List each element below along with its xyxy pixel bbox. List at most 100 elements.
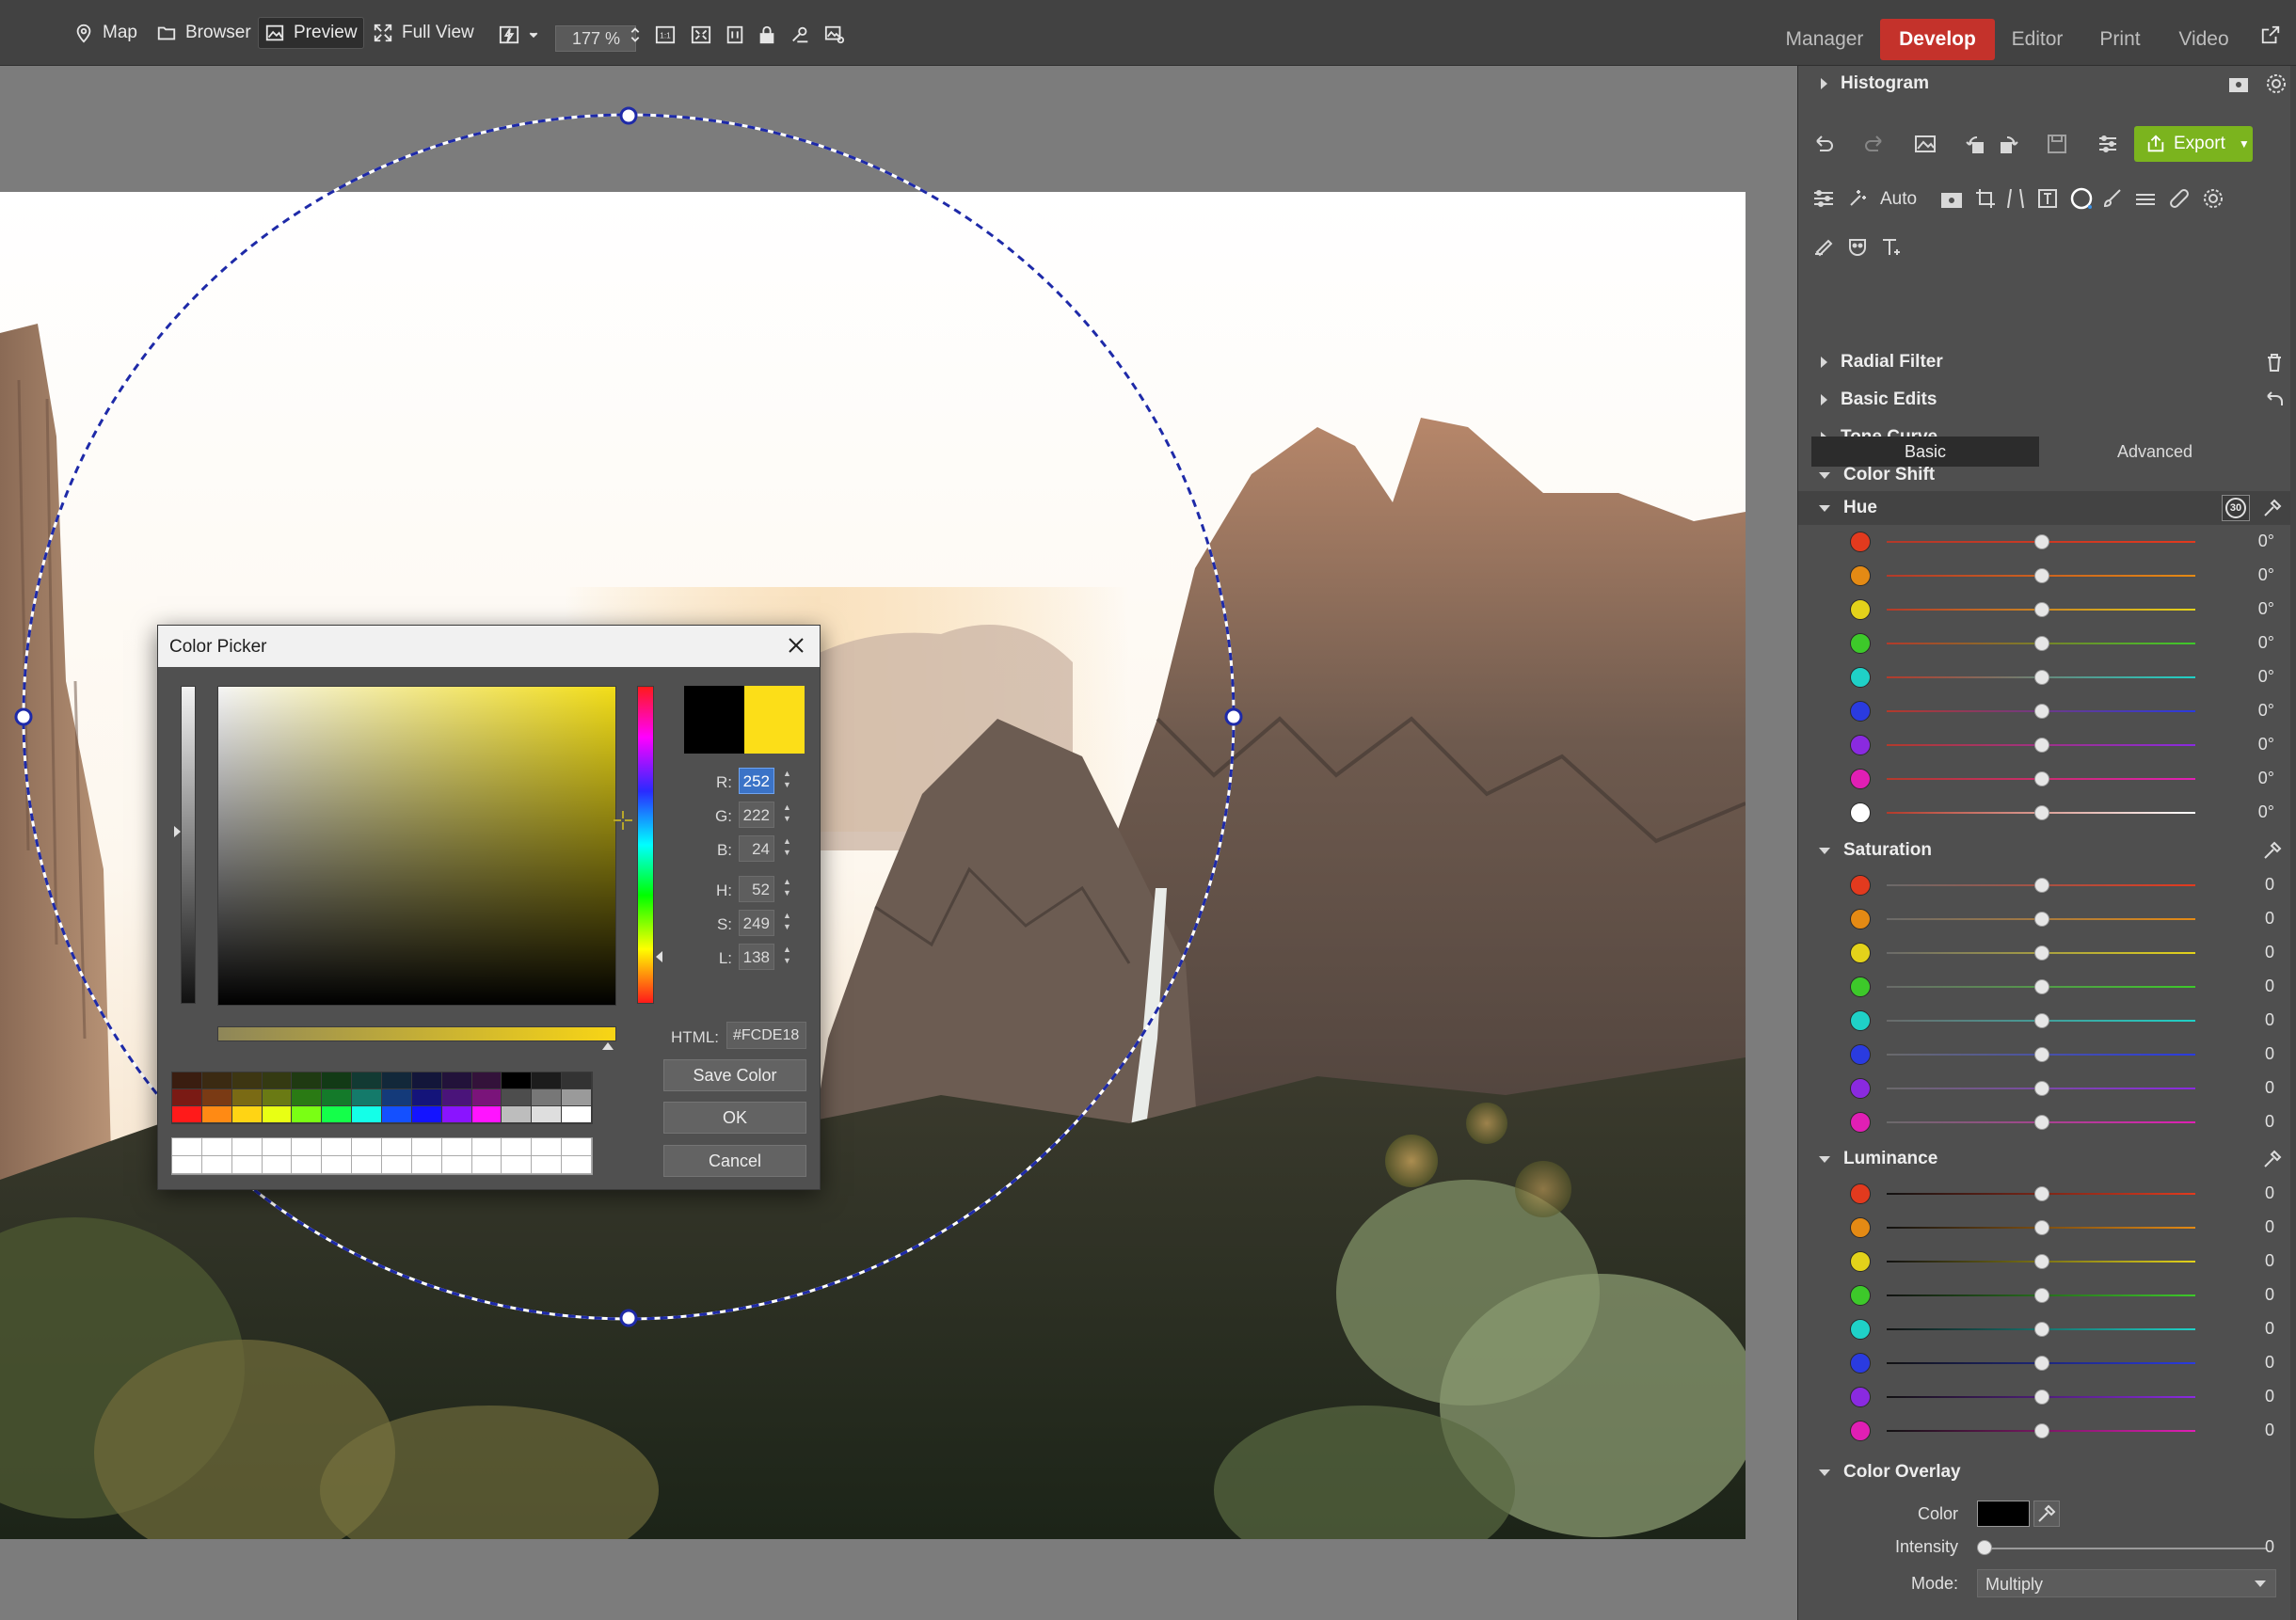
palette-swatch[interactable] — [262, 1089, 293, 1106]
palette-swatch[interactable] — [352, 1106, 382, 1123]
slider-knob[interactable] — [2034, 1081, 2049, 1096]
hs-picker-icon[interactable] — [2261, 497, 2284, 519]
export-button[interactable]: Export ▼ — [2134, 126, 2253, 162]
luminance-header[interactable]: Luminance — [1798, 1142, 2296, 1176]
zoom-person-icon[interactable] — [790, 24, 811, 45]
luminance-marker[interactable] — [174, 826, 181, 837]
palette-swatch[interactable] — [262, 1072, 293, 1089]
palette-swatch[interactable] — [172, 1106, 202, 1123]
browser-button[interactable]: Browser — [151, 17, 257, 49]
quick-fix-icon[interactable] — [499, 24, 519, 45]
hue-marker[interactable] — [656, 951, 662, 962]
presets-icon[interactable] — [2096, 132, 2120, 156]
rotate-left-icon[interactable] — [1964, 132, 1988, 156]
crop-icon[interactable] — [1973, 186, 1998, 211]
hue-header[interactable]: Hue 30 — [1798, 491, 2296, 525]
perspective-icon[interactable] — [2003, 186, 2028, 211]
palette-swatch[interactable] — [502, 1089, 533, 1106]
cancel-button[interactable]: Cancel — [663, 1145, 806, 1177]
luminance-strip[interactable] — [181, 686, 196, 1004]
custom-color-slot[interactable] — [382, 1138, 412, 1156]
custom-color-slot[interactable] — [172, 1138, 202, 1156]
hue-strip[interactable] — [637, 686, 654, 1004]
slider-knob[interactable] — [2034, 1288, 2049, 1303]
slider-knob[interactable] — [2034, 1423, 2049, 1438]
saturation-picker-icon[interactable] — [2261, 839, 2284, 862]
palette-swatch[interactable] — [502, 1106, 533, 1123]
palette-swatch[interactable] — [172, 1072, 202, 1089]
custom-color-slot[interactable] — [502, 1138, 533, 1156]
overlay-color-swatch[interactable] — [1977, 1501, 2030, 1527]
l-stepper[interactable]: ▲ ▼ — [783, 944, 792, 968]
undo-icon[interactable] — [1811, 132, 1836, 156]
custom-color-slot[interactable] — [532, 1156, 563, 1174]
slider-knob[interactable] — [2034, 568, 2049, 583]
custom-color-slot[interactable] — [382, 1156, 412, 1174]
slider-knob[interactable] — [2034, 771, 2049, 786]
eyedropper-button[interactable] — [2033, 1501, 2060, 1527]
slider-knob[interactable] — [2034, 1356, 2049, 1371]
palette-swatch[interactable] — [322, 1089, 353, 1106]
save-icon[interactable] — [2045, 132, 2069, 156]
healing-icon[interactable] — [2167, 186, 2192, 211]
saturation-value-field[interactable] — [217, 686, 616, 1006]
slider-knob[interactable] — [2034, 534, 2049, 549]
palette-swatch[interactable] — [562, 1106, 592, 1123]
b-field[interactable]: 24 — [739, 835, 774, 862]
chevron-down-icon[interactable] — [527, 24, 540, 45]
palette-swatch[interactable] — [292, 1089, 323, 1106]
slider-knob[interactable] — [2034, 670, 2049, 685]
palette-swatch[interactable] — [471, 1089, 502, 1106]
face-mask-icon[interactable] — [1845, 235, 1870, 260]
zoom-field[interactable]: 177 % — [555, 25, 636, 52]
radial-filter-header[interactable]: Radial Filter — [1798, 344, 2296, 380]
palette-swatch[interactable] — [231, 1072, 263, 1089]
panel-scrollbar[interactable] — [2290, 66, 2296, 1620]
palette-swatch[interactable] — [471, 1072, 502, 1089]
palette-swatch[interactable] — [322, 1072, 353, 1089]
tab-print[interactable]: Print — [2080, 17, 2160, 62]
custom-color-slot[interactable] — [352, 1156, 382, 1174]
histogram-header[interactable]: Histogram — [1798, 66, 2296, 102]
h-stepper[interactable]: ▲ ▼ — [783, 876, 792, 900]
custom-color-slot[interactable] — [532, 1138, 563, 1156]
export-dropdown-icon[interactable]: ▼ — [2239, 137, 2250, 151]
palette-swatch[interactable] — [352, 1072, 382, 1089]
full-view-button[interactable]: Full View — [367, 17, 480, 49]
l-field[interactable]: 138 — [739, 944, 774, 970]
custom-color-slot[interactable] — [562, 1156, 592, 1174]
palette-swatch[interactable] — [322, 1106, 353, 1123]
palette-swatch[interactable] — [441, 1106, 472, 1123]
custom-color-slot[interactable] — [231, 1156, 263, 1174]
ok-button[interactable]: OK — [663, 1102, 806, 1134]
image-settings-icon[interactable] — [824, 24, 845, 45]
palette-swatch[interactable] — [441, 1089, 472, 1106]
slider-knob[interactable] — [2034, 912, 2049, 927]
luminance-picker-icon[interactable] — [2261, 1148, 2284, 1170]
basic-edits-header[interactable]: Basic Edits — [1798, 382, 2296, 418]
b-stepper[interactable]: ▲ ▼ — [783, 835, 792, 860]
palette-swatch[interactable] — [352, 1089, 382, 1106]
slider-knob[interactable] — [2034, 979, 2049, 994]
custom-color-slot[interactable] — [262, 1156, 293, 1174]
custom-color-slot[interactable] — [262, 1138, 293, 1156]
slider-knob[interactable] — [2034, 1254, 2049, 1269]
slider-knob[interactable] — [2034, 1390, 2049, 1405]
saturation-header[interactable]: Saturation — [1798, 834, 2296, 867]
text-tool-icon[interactable] — [1879, 235, 1904, 260]
slider-knob[interactable] — [2034, 1220, 2049, 1235]
custom-color-slot[interactable] — [172, 1156, 202, 1174]
custom-color-slot[interactable] — [411, 1138, 442, 1156]
image-compare-icon[interactable] — [1913, 132, 1937, 156]
custom-color-slot[interactable] — [562, 1138, 592, 1156]
palette-swatch[interactable] — [411, 1072, 442, 1089]
auto-label[interactable]: Auto — [1880, 189, 1917, 210]
palette-swatch[interactable] — [382, 1106, 412, 1123]
h-field[interactable]: 52 — [739, 876, 774, 902]
tab-advanced[interactable]: Advanced — [2041, 437, 2269, 467]
tab-manager[interactable]: Manager — [1777, 17, 1873, 62]
custom-color-slot[interactable] — [322, 1138, 353, 1156]
custom-color-slot[interactable] — [231, 1138, 263, 1156]
slider-knob[interactable] — [2034, 1115, 2049, 1130]
rotate-right-icon[interactable] — [1996, 132, 2020, 156]
